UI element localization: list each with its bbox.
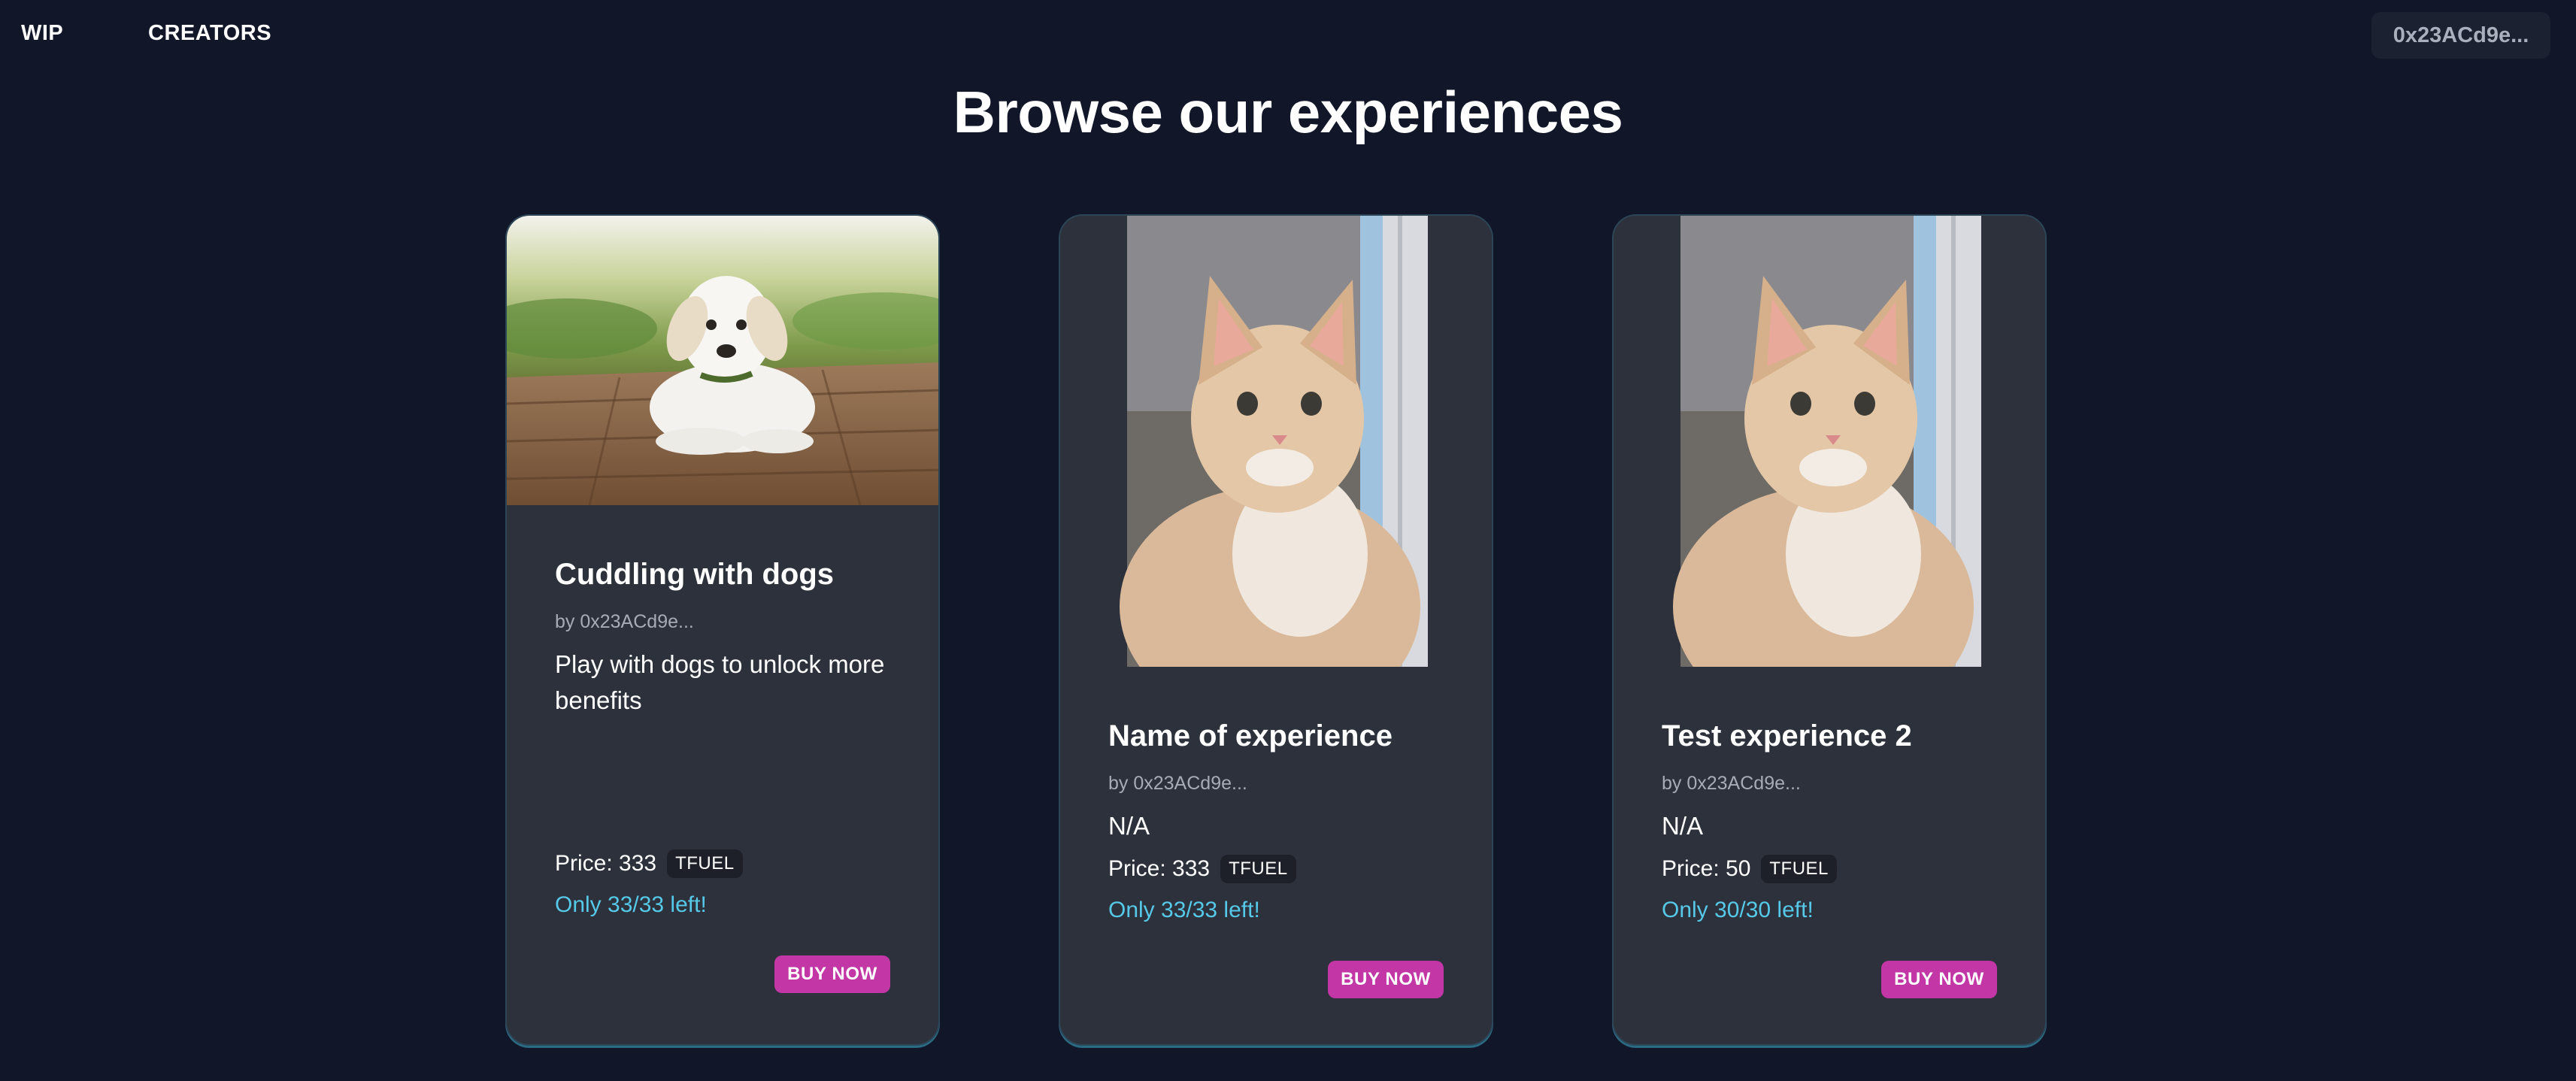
experience-description: N/A xyxy=(1662,812,1704,840)
price-row: Price: 333 TFUEL xyxy=(1108,855,1296,883)
experience-title: Name of experience xyxy=(1108,719,1393,752)
experience-image-kitten xyxy=(1060,216,1492,667)
experience-title: Cuddling with dogs xyxy=(555,558,835,591)
currency-badge: TFUEL xyxy=(1761,855,1837,883)
buy-now-button[interactable]: BUY NOW xyxy=(1881,961,1997,998)
experience-description: N/A xyxy=(1108,812,1150,840)
stock-remaining: Only 33/33 left! xyxy=(1108,898,1260,922)
stock-remaining: Only 33/33 left! xyxy=(555,892,707,917)
wallet-address-button[interactable]: 0x23ACd9e... xyxy=(2371,12,2550,59)
experience-description: Play with dogs to unlock more benefits xyxy=(555,650,885,714)
experience-card: Name of experience by 0x23ACd9e... N/A P… xyxy=(1059,214,1493,1046)
experience-creator: by 0x23ACd9e... xyxy=(1662,773,1801,794)
price-label: Price: 333 xyxy=(1108,856,1211,881)
buy-now-button[interactable]: BUY NOW xyxy=(1328,961,1444,998)
price-row: Price: 50 TFUEL xyxy=(1662,855,1837,883)
price-label: Price: 50 xyxy=(1662,856,1751,881)
experience-creator: by 0x23ACd9e... xyxy=(555,611,694,632)
experience-card: Test experience 2 by 0x23ACd9e... N/A Pr… xyxy=(1612,214,2047,1046)
nav-link-wip[interactable]: WIP xyxy=(21,21,63,46)
currency-badge: TFUEL xyxy=(667,849,743,878)
experience-card: Cuddling with dogs by 0x23ACd9e... Play … xyxy=(505,214,940,1046)
experience-creator: by 0x23ACd9e... xyxy=(1108,773,1247,794)
experience-title: Test experience 2 xyxy=(1662,719,1912,752)
buy-now-button[interactable]: BUY NOW xyxy=(774,955,890,993)
page-title: Browse our experiences xyxy=(953,79,1623,145)
price-label: Price: 333 xyxy=(555,851,657,876)
price-row: Price: 333 TFUEL xyxy=(555,849,743,878)
currency-badge: TFUEL xyxy=(1220,855,1296,883)
top-navigation: WIP CREATORS 0x23ACd9e... xyxy=(0,0,2576,69)
nav-link-creators[interactable]: CREATORS xyxy=(148,21,271,46)
experience-image-puppy xyxy=(507,216,938,505)
stock-remaining: Only 30/30 left! xyxy=(1662,898,1814,922)
experience-image-kitten xyxy=(1614,216,2045,667)
